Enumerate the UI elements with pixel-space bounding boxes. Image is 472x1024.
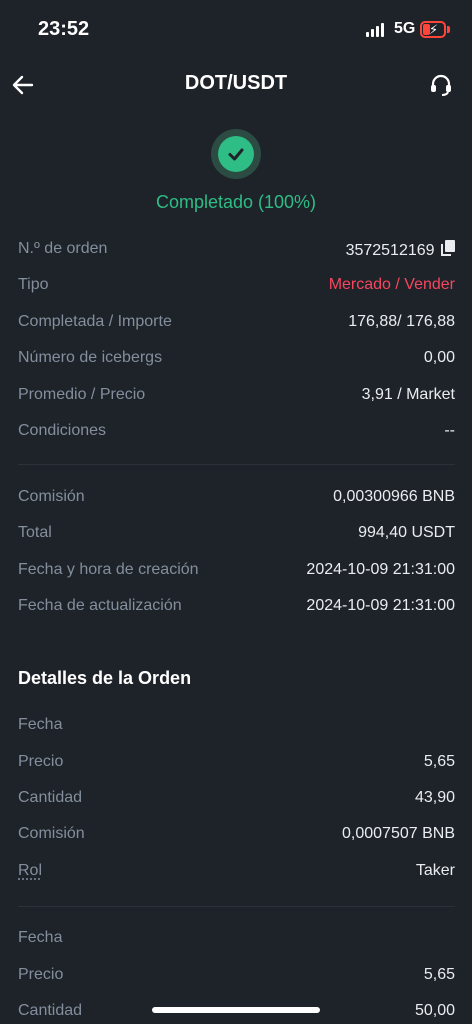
average-price-label: Promedio / Precio [18,386,146,403]
fill-role-label[interactable]: Rol [18,862,42,880]
filled-amount-label: Completada / Importe [18,313,172,330]
conditions-label: Condiciones [18,422,107,439]
conditions-value: -- [444,422,455,439]
order-status: Completado (100%) [155,192,317,212]
updated-at-value: 2024-10-09 21:31:00 [306,597,455,614]
conditions-row: Condiciones -- [18,422,455,446]
divider [18,464,455,465]
created-at-value: 2024-10-09 21:31:00 [306,561,455,578]
icebergs-label: Número de icebergs [18,349,163,366]
fill-price-value: 5,65 [423,753,455,770]
filled-amount-row: Completada / Importe 176,88/ 176,88 [18,313,455,337]
fill-quantity-value: 43,90 [414,789,455,806]
updated-at-label: Fecha de actualización [18,597,182,614]
success-check-icon [211,129,261,179]
total-row: Total 994,40 USDT [18,524,455,548]
fill-date-row: Fecha [18,929,455,953]
total-value: 994,40 USDT [358,524,455,541]
fill-price-value: 5,65 [423,966,455,983]
order-number-label: N.º de orden [18,240,108,257]
fee-row: Comisión 0,00300966 BNB [18,488,455,512]
fill-fee-label: Comisión [18,825,85,842]
copy-icon[interactable] [441,240,455,256]
fill-quantity-label: Cantidad [18,789,83,806]
fill-date-label: Fecha [18,929,63,946]
fill-quantity-row: Cantidad 43,90 [18,789,455,813]
battery-icon: ⚡ [420,21,450,38]
updated-at-row: Fecha de actualización 2024-10-09 21:31:… [18,597,455,621]
clock: 23:52 [38,18,90,40]
signal-icon [366,23,386,37]
icebergs-row: Número de icebergs 0,00 [18,349,455,373]
fill-date-row: Fecha [18,716,455,740]
order-number-value: 3572512169 [345,242,435,259]
fill-price-label: Precio [18,753,64,770]
total-label: Total [18,524,52,541]
fee-value: 0,00300966 BNB [333,488,455,505]
icebergs-value: 0,00 [423,349,455,366]
fill-role-value: Taker [415,862,455,879]
type-value: Mercado / Vender [328,276,455,293]
fill-price-row: Precio 5,65 [18,753,455,777]
fill-fee-row: Comisión 0,0007507 BNB [18,825,455,849]
average-price-value: 3,91 / Market [361,386,455,403]
fill-date-label: Fecha [18,716,63,733]
fee-label: Comisión [18,488,85,505]
type-label: Tipo [18,276,49,293]
status-bar: 23:52 5G ⚡ [0,0,472,60]
fill-quantity-label: Cantidad [18,1002,83,1019]
average-price-row: Promedio / Precio 3,91 / Market [18,386,455,410]
page-title: DOT/USDT [184,72,288,94]
type-row: Tipo Mercado / Vender [18,276,455,300]
fill-role-row: Rol Taker [18,862,455,886]
order-details-title: Detalles de la Orden [18,668,192,688]
divider [18,906,455,907]
fill-price-row: Precio 5,65 [18,966,455,990]
fill-quantity-value: 50,00 [414,1002,455,1019]
created-at-row: Fecha y hora de creación 2024-10-09 21:3… [18,561,455,585]
order-number-row: N.º de orden 3572512169 [18,240,455,264]
filled-amount-value: 176,88/ 176,88 [348,313,455,330]
network-type: 5G [394,20,416,37]
home-indicator[interactable] [152,1007,320,1013]
header: DOT/USDT [0,60,472,110]
created-at-label: Fecha y hora de creación [18,561,199,578]
fill-fee-value: 0,0007507 BNB [342,825,455,842]
fill-price-label: Precio [18,966,64,983]
fill-quantity-row: Cantidad 50,00 [18,1002,455,1024]
headset-support-icon[interactable] [428,72,454,98]
